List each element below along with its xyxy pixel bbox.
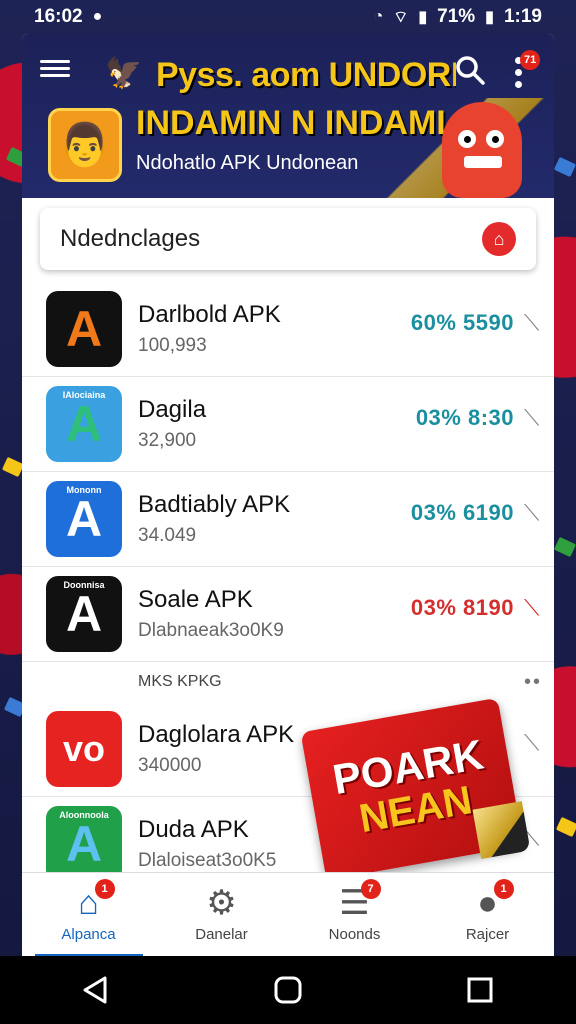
chevron-right-icon: ⟍ (524, 730, 540, 755)
list-item[interactable]: IAlociaina A Dagila 32,900 03% 8:30 ⟍ (22, 377, 554, 472)
app-icon: Aloonnoola A (46, 806, 122, 882)
hamburger-menu-button[interactable] (40, 56, 70, 82)
brand-tagline: Ndohatlo APK Undonean (136, 152, 359, 174)
app-download-count: 34.049 (138, 525, 197, 546)
nav-label: Danelar (195, 926, 248, 943)
system-navigation-bar (0, 956, 576, 1024)
tab-settings[interactable]: ⚙ Danelar (162, 873, 282, 957)
clock-right: 1:19 (503, 6, 542, 27)
tab-home[interactable]: ⌂ 1 Alpanca (29, 873, 149, 956)
app-icon: IAlociaina A (46, 386, 122, 462)
list-item[interactable]: Mononn A Badtiably APK 34.049 03% 6190 ⟍ (22, 472, 554, 567)
app-rating: 03% 8:30 (415, 405, 514, 430)
gear-icon: ⚙ (206, 884, 237, 922)
back-triangle-icon (83, 976, 107, 1004)
nav-label: Rajcer (465, 926, 510, 943)
search-placeholder: Ndednclages (60, 225, 201, 252)
app-rating: 60% 5590 (410, 310, 514, 335)
nav-badge: 1 (493, 878, 514, 899)
nav-label: Alpanca (61, 926, 116, 943)
section-header: MKS KPKG •• (22, 662, 554, 702)
list-item[interactable]: A Darlbold APK 100,993 60% 5590 ⟍ (22, 282, 554, 377)
battery-percent: 71% (437, 6, 476, 27)
section-title: MKS KPKG (138, 673, 222, 690)
mascot-image (442, 102, 522, 198)
app-download-count: 100,993 (138, 335, 207, 356)
avatar: 👨 (48, 108, 122, 182)
tab-library[interactable]: ☰ 7 Noonds (295, 873, 415, 957)
wifi-icon: ⌔ (393, 9, 409, 26)
nav-label: Noonds (328, 926, 381, 943)
chevron-right-icon: ⟍ (524, 500, 540, 525)
battery-icon: ▮ (485, 9, 494, 26)
home-button[interactable] (258, 960, 318, 1020)
app-header: 🦅 Pyss. aom UNDORM 👨 INDAMIN N INDAMI Nd… (22, 34, 554, 198)
app-download-count: 32,900 (138, 430, 197, 451)
chat-notification-icon: ● (92, 8, 103, 25)
nav-badge: 7 (360, 878, 381, 899)
chevron-right-icon: ⟍ (524, 595, 540, 620)
more-badge: 71 (520, 50, 541, 70)
search-input[interactable]: Ndednclages ⌂ (40, 208, 536, 270)
chevron-right-icon: ⟍ (524, 405, 540, 430)
app-icon: vo (46, 711, 122, 787)
recents-button[interactable] (450, 960, 510, 1020)
app-icon: Mononn A (46, 481, 122, 557)
search-button[interactable] (454, 54, 486, 86)
app-icon: A (46, 291, 122, 367)
nav-badge: 1 (94, 878, 115, 899)
back-button[interactable] (66, 960, 126, 1020)
chevron-right-icon: ⟍ (524, 310, 540, 335)
filter-icon[interactable]: ⌂ (482, 222, 516, 256)
search-icon (456, 56, 485, 85)
bottom-navigation: ⌂ 1 Alpanca ⚙ Danelar ☰ 7 Noonds ● 1 Raj… (22, 872, 554, 956)
app-download-count: Dlabnaeak3o0K9 (138, 620, 284, 641)
list-item[interactable]: Doonnisa A Soale APK Dlabnaeak3o0K9 03% … (22, 567, 554, 662)
app-icon: Doonnisa A (46, 576, 122, 652)
home-circle-icon (274, 976, 302, 1004)
signal-icon: ▮ (418, 9, 428, 26)
tab-profile[interactable]: ● 1 Rajcer (428, 873, 548, 957)
brand-subtitle: INDAMIN N INDAMI (136, 104, 446, 142)
recents-square-icon (467, 977, 493, 1003)
section-more-button[interactable]: •• (524, 671, 542, 694)
more-options-button[interactable]: 71 (502, 50, 541, 90)
status-bar: 16:02 ● ◔ ⌔ ▮ 71% ▮ 1:19 (0, 0, 576, 34)
page-curl (472, 801, 531, 860)
alarm-icon: ◔ (373, 8, 384, 25)
app-rating: 03% 6190 (410, 500, 514, 525)
app-window: 🦅 Pyss. aom UNDORM 👨 INDAMIN N INDAMI Nd… (22, 34, 554, 956)
garuda-emblem-icon: 🦅 (105, 56, 143, 90)
brand-title: Pyss. aom UNDORM (156, 56, 456, 94)
app-rating: 03% 8190 (410, 595, 514, 620)
clock: 16:02 (34, 6, 83, 27)
